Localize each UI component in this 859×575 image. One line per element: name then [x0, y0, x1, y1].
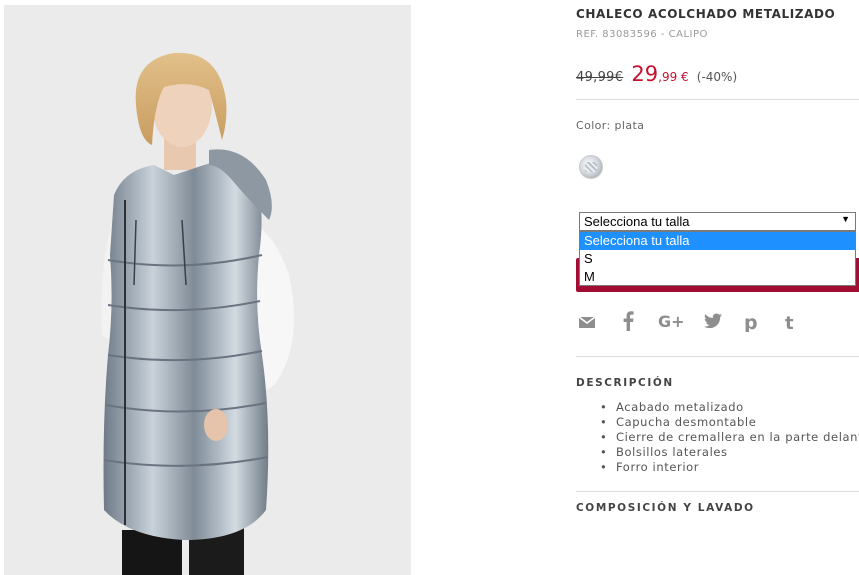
chevron-down-icon: ▼	[841, 214, 850, 224]
product-image[interactable]	[4, 5, 411, 575]
color-label: Color: plata	[576, 119, 645, 132]
product-reference: REF. 83083596 - CALIPO	[576, 29, 708, 40]
discount-badge: (-40%)	[696, 70, 738, 84]
tumblr-icon[interactable]: t	[784, 312, 798, 334]
composition-heading[interactable]: COMPOSICIÓN Y LAVADO	[576, 502, 755, 514]
new-price-decimal: ,99 €	[658, 70, 689, 84]
size-dropdown-list: Selecciona tu talla S M	[579, 231, 856, 286]
svg-text:p: p	[744, 312, 758, 332]
list-item: Cierre de cremallera en la parte delante…	[600, 430, 859, 445]
size-option-m[interactable]: M	[580, 268, 855, 286]
divider	[576, 99, 859, 100]
product-title: CHALECO ACOLCHADO METALIZADO	[576, 7, 836, 21]
product-photo-illustration	[4, 5, 411, 575]
size-option-s[interactable]: S	[580, 250, 855, 268]
divider	[576, 491, 859, 492]
old-price: 49,99€	[576, 70, 624, 85]
google-plus-icon[interactable]: G+	[658, 312, 685, 334]
pinterest-icon[interactable]: p	[744, 312, 760, 334]
share-bar: G+ p t	[576, 311, 816, 335]
color-swatch-plata[interactable]	[579, 155, 603, 179]
facebook-icon[interactable]	[622, 311, 634, 333]
swatch-texture	[585, 162, 597, 172]
list-item: Forro interior	[600, 460, 859, 475]
description-list: Acabado metalizado Capucha desmontable C…	[600, 400, 859, 475]
list-item: Capucha desmontable	[600, 415, 859, 430]
size-option-placeholder[interactable]: Selecciona tu talla	[580, 232, 855, 250]
svg-text:G+: G+	[658, 312, 684, 330]
price-row: 49,99€ 29,99 € (-40%)	[576, 62, 737, 86]
size-select[interactable]: Selecciona tu talla ▼	[579, 212, 856, 231]
svg-text:t: t	[785, 313, 794, 332]
size-select-value: Selecciona tu talla	[584, 214, 690, 229]
product-info-panel: CHALECO ACOLCHADO METALIZADO REF. 830835…	[576, 0, 859, 575]
email-icon[interactable]	[578, 315, 596, 337]
list-item: Acabado metalizado	[600, 400, 859, 415]
list-item: Bolsillos laterales	[600, 445, 859, 460]
divider	[576, 356, 859, 357]
twitter-icon[interactable]	[704, 313, 722, 335]
description-heading[interactable]: DESCRIPCIÓN	[576, 377, 674, 389]
new-price-integer: 29	[631, 62, 659, 86]
